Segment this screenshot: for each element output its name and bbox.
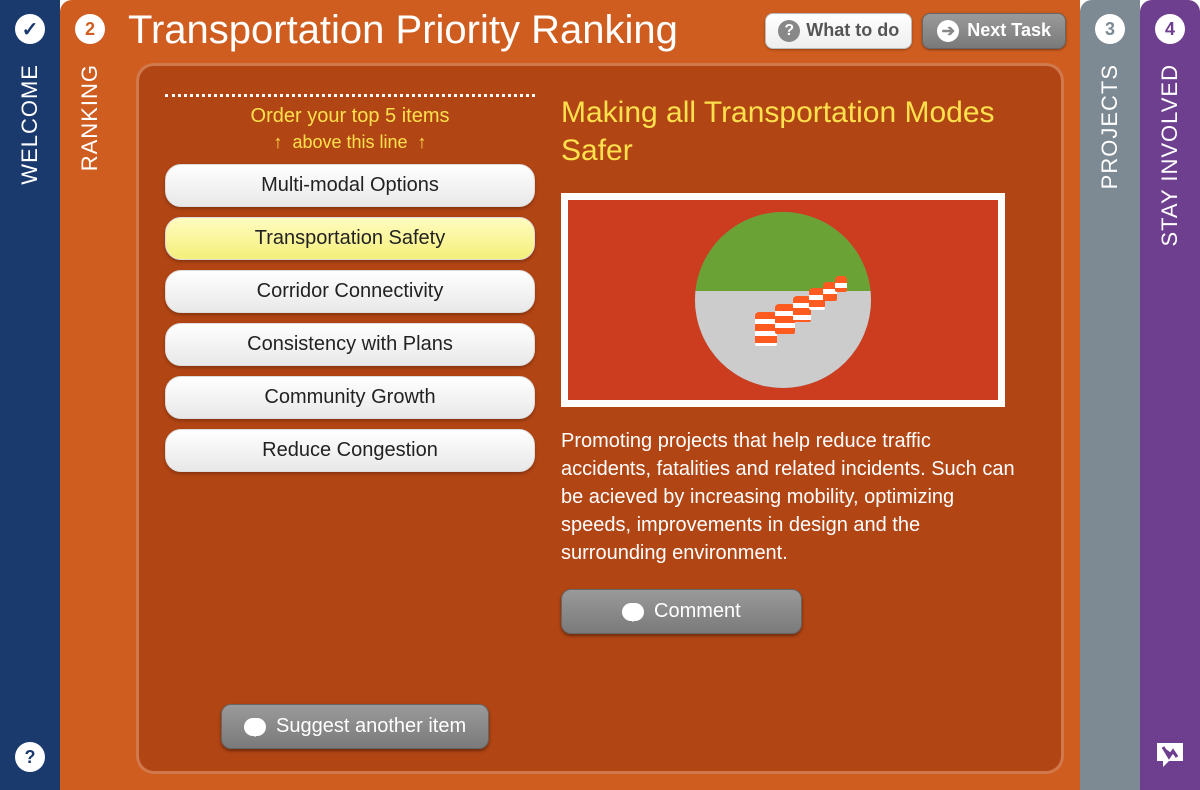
rank-hint: Order your top 5 items ↑ above this line…	[251, 103, 450, 154]
app-root: ✓ WELCOME ? 2 RANKING Transportation Pri…	[0, 0, 1200, 790]
tab-ranking[interactable]: 2 RANKING	[60, 0, 120, 790]
comment-button[interactable]: Comment	[561, 589, 802, 634]
tab-stay-label: STAY INVOLVED	[1157, 64, 1183, 247]
main-panel: Transportation Priority Ranking ? What t…	[120, 0, 1080, 790]
help-icon[interactable]: ?	[15, 742, 45, 772]
suggest-item-button[interactable]: Suggest another item	[221, 704, 489, 749]
tab-projects-label: PROJECTS	[1097, 64, 1123, 189]
tab-ranking-label: RANKING	[77, 64, 103, 171]
detail-image-frame	[561, 193, 1005, 407]
arrow-up-icon: ↑	[418, 132, 427, 152]
tab-projects-badge: 3	[1095, 14, 1125, 44]
rank-hint-line2: above this line	[292, 132, 407, 152]
question-icon: ?	[778, 20, 800, 42]
suggest-label: Suggest another item	[276, 715, 466, 738]
tab-welcome-label: WELCOME	[17, 64, 43, 185]
comment-label: Comment	[654, 600, 741, 623]
detail-title: Making all Transportation Modes Safer	[561, 94, 1035, 169]
next-task-label: Next Task	[967, 20, 1051, 41]
brand-logo-icon	[1155, 741, 1185, 776]
speech-icon	[244, 718, 266, 736]
ranking-leftcol: Order your top 5 items ↑ above this line…	[165, 94, 535, 743]
rank-item[interactable]: Transportation Safety	[165, 217, 535, 260]
rank-item[interactable]: Multi-modal Options	[165, 164, 535, 207]
rank-item[interactable]: Corridor Connectivity	[165, 270, 535, 313]
tab-ranking-badge: 2	[75, 14, 105, 44]
tab-welcome[interactable]: ✓ WELCOME ?	[0, 0, 60, 790]
tab-stay-badge: 4	[1155, 14, 1185, 44]
rank-item[interactable]: Community Growth	[165, 376, 535, 419]
tab-stay-involved[interactable]: 4 STAY INVOLVED	[1140, 0, 1200, 790]
what-to-do-button[interactable]: ? What to do	[765, 13, 912, 49]
rank-hint-line2-wrap: ↑ above this line ↑	[251, 130, 450, 154]
next-task-button[interactable]: ➔ Next Task	[922, 13, 1066, 49]
title-bar: Transportation Priority Ranking ? What t…	[120, 0, 1080, 57]
ranking-inner-panel: Order your top 5 items ↑ above this line…	[136, 63, 1064, 774]
rank-hint-line1: Order your top 5 items	[251, 103, 450, 130]
speech-icon	[622, 603, 644, 621]
check-icon: ✓	[15, 14, 45, 44]
detail-panel: Making all Transportation Modes Safer Pr…	[561, 94, 1035, 743]
detail-image	[695, 212, 871, 388]
arrow-right-icon: ➔	[937, 20, 959, 42]
arrow-up-icon: ↑	[273, 132, 282, 152]
detail-description: Promoting projects that help reduce traf…	[561, 427, 1021, 567]
page-title: Transportation Priority Ranking	[128, 8, 765, 53]
tab-projects[interactable]: 3 PROJECTS	[1080, 0, 1140, 790]
rank-divider-line	[165, 94, 535, 97]
what-to-do-label: What to do	[806, 20, 899, 41]
rank-item[interactable]: Consistency with Plans	[165, 323, 535, 366]
rank-item[interactable]: Reduce Congestion	[165, 429, 535, 472]
ranking-items-list: Multi-modal Options Transportation Safet…	[165, 164, 535, 472]
